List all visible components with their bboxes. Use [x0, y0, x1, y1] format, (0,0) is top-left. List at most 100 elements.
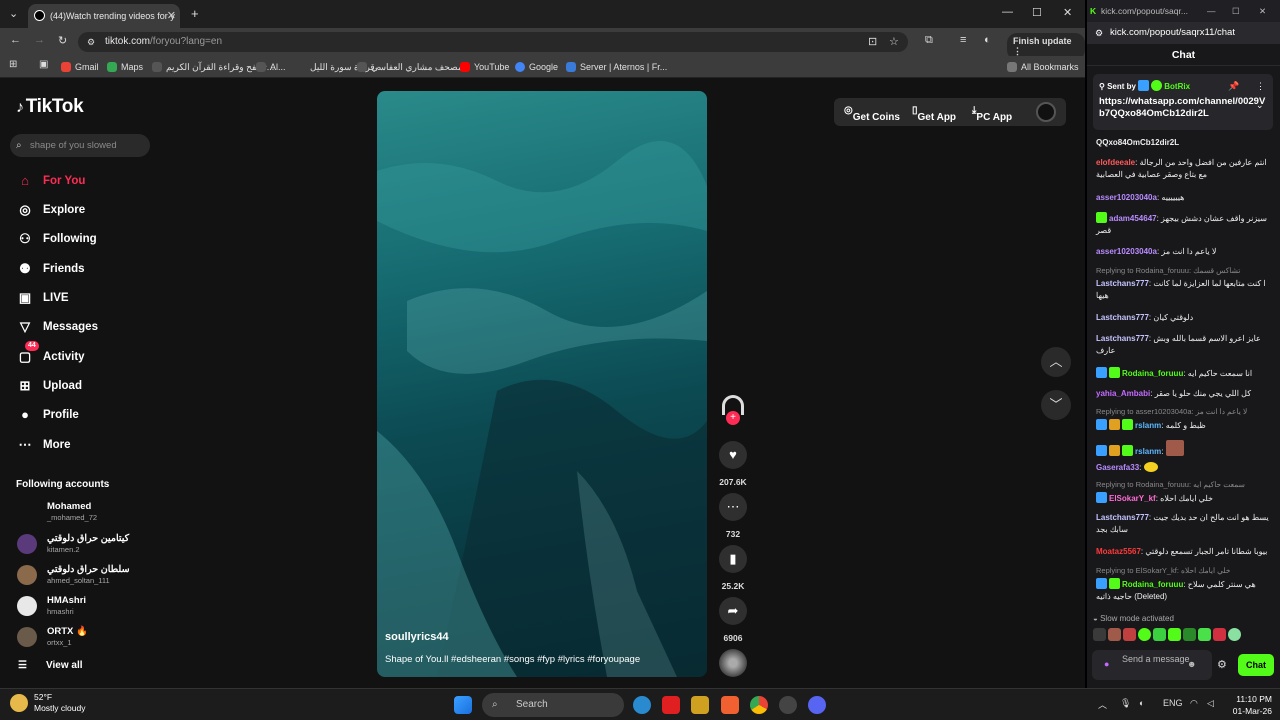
chat-username[interactable]: Lastchans777 [1096, 334, 1149, 343]
tray-chevron-icon[interactable]: ︿ [1098, 698, 1107, 711]
kick-url-bar[interactable]: ⚙ kick.com/popout/saqrx11/chat [1087, 22, 1280, 44]
maximize-icon[interactable]: ☐ [1032, 6, 1042, 19]
emote-icon[interactable] [1198, 628, 1211, 641]
save-button[interactable]: ▮ 25.2K [718, 545, 748, 591]
emote-icon[interactable] [1093, 628, 1106, 641]
nav-friends[interactable]: ⚉ Friends [16, 259, 84, 279]
all-bookmarks[interactable]: All Bookmarks [1007, 60, 1079, 74]
chat-username[interactable]: asser10203040a [1096, 247, 1157, 256]
microphone-icon[interactable]: ● [1104, 659, 1109, 669]
comment-button[interactable]: ⋯ 732 [718, 493, 748, 539]
pinned-link[interactable]: https://whatsapp.com/channel/0029Vb7QQxo… [1099, 96, 1267, 120]
app-icon[interactable] [779, 696, 797, 714]
bookmark-star-icon[interactable]: ☆ [889, 32, 899, 52]
wifi-icon[interactable]: ◠ [1190, 698, 1198, 709]
nav-for-you[interactable]: ⌂ For You [16, 171, 85, 191]
menu-icon[interactable]: ⋮ [1256, 81, 1265, 92]
site-info-icon[interactable]: ⚙ [87, 32, 95, 52]
follow-plus-icon[interactable]: + [726, 411, 740, 425]
bookmark-youtube[interactable]: YouTube [460, 60, 509, 74]
share-button[interactable]: ➦ 6906 [718, 597, 748, 643]
emote-icon[interactable] [1123, 628, 1136, 641]
close-window-icon[interactable]: ✕ [1259, 0, 1266, 22]
bookmark-al[interactable]: Al... [256, 60, 286, 74]
nav-explore[interactable]: ◎ Explore [16, 200, 85, 220]
bookmark-aternos[interactable]: Server | Aternos | Fr... [566, 60, 667, 74]
reload-icon[interactable]: ↻ [58, 34, 67, 47]
video-username[interactable]: soullyrics44 [385, 631, 449, 643]
nav-profile[interactable]: ● Profile [16, 405, 79, 425]
chat-username[interactable]: adam454647 [1109, 214, 1157, 223]
nav-following[interactable]: ⚇ Following [16, 229, 96, 249]
search-input[interactable]: ⌕ shape of you slowed [10, 134, 150, 157]
chat-username[interactable]: Lastchans777 [1096, 313, 1149, 322]
emote-icon[interactable] [1213, 628, 1226, 641]
active-tab[interactable]: (44)Watch trending videos for y ✕ [28, 4, 180, 28]
chat-username[interactable]: rslanm [1135, 421, 1161, 430]
maximize-icon[interactable]: ☐ [1232, 0, 1240, 22]
chat-username[interactable]: rslanm [1135, 447, 1161, 456]
back-icon[interactable]: ← [10, 34, 21, 46]
pin-icon[interactable]: 📌 [1228, 81, 1239, 92]
get-coins-button[interactable]: ◎ Get Coins [844, 105, 900, 123]
forward-icon[interactable]: → [34, 34, 45, 46]
emote-icon[interactable] [1228, 628, 1241, 641]
taskbar-search[interactable]: ⌕ Search [482, 693, 624, 717]
view-all-link[interactable]: ☰ View all [16, 660, 83, 671]
user-avatar[interactable] [1036, 102, 1056, 122]
bookmark-gmail[interactable]: Gmail [61, 60, 99, 74]
next-video-button[interactable]: ﹀ [1041, 390, 1071, 420]
minimize-icon[interactable]: — [1002, 6, 1013, 18]
nav-activity[interactable]: ▢ 44 Activity [16, 341, 85, 367]
chat-message-input[interactable]: ● Send a message ☻ [1092, 650, 1212, 680]
settings-gear-icon[interactable]: ⚙ [1217, 658, 1227, 671]
chat-username[interactable]: Lastchans777 [1096, 513, 1149, 522]
emote-icon[interactable] [1138, 628, 1151, 641]
music-avatar-button[interactable]: + [718, 395, 748, 425]
chat-username[interactable]: Gaserafa33 [1096, 463, 1139, 472]
new-tab-icon[interactable]: + [191, 6, 199, 21]
chat-username[interactable]: yahia_Ambabi [1096, 389, 1150, 398]
url-field[interactable]: ⚙ tiktok.com/foryou?lang=en ⊡ ☆ [78, 32, 908, 52]
previous-video-button[interactable]: ︿ [1041, 347, 1071, 377]
install-icon[interactable]: ⊡ [868, 32, 877, 52]
nav-upload[interactable]: ⊞ Upload [16, 376, 82, 396]
chat-username[interactable]: asser10203040a [1096, 193, 1157, 202]
emote-icon[interactable] [1108, 628, 1121, 641]
chat-username[interactable]: Moataz5567 [1096, 547, 1141, 556]
emote-icon[interactable] [1168, 628, 1181, 641]
nav-more[interactable]: ⋯ More [16, 435, 71, 455]
profile-icon[interactable]: ◐ [984, 34, 991, 46]
media-icon[interactable]: ≡ [960, 34, 966, 46]
weather-widget[interactable]: 52°F Mostly cloudy [10, 692, 86, 714]
chat-send-button[interactable]: Chat [1238, 654, 1274, 676]
like-button[interactable]: ♥ 207.6K [718, 441, 748, 487]
chat-username[interactable]: Lastchans777 [1096, 279, 1149, 288]
edge-icon[interactable] [633, 696, 651, 714]
sound-disc-button[interactable] [718, 649, 748, 677]
nav-live[interactable]: ▣ LIVE [16, 288, 69, 308]
emote-icon[interactable] [1183, 628, 1196, 641]
brave-icon[interactable] [721, 696, 739, 714]
tiktok-logo[interactable]: ♪ TikTok [16, 96, 84, 118]
chat-username[interactable]: Rodaina_foruuu [1122, 580, 1183, 589]
pc-app-button[interactable]: ⤓ PC App [972, 105, 1012, 123]
chrome-icon[interactable] [750, 696, 768, 714]
emoji-icon[interactable]: ☻ [1187, 659, 1196, 669]
chat-username[interactable]: Rodaina_foruuu [1122, 369, 1183, 378]
windows-start-icon[interactable] [454, 696, 472, 714]
close-window-icon[interactable]: ✕ [1063, 6, 1072, 19]
video-player[interactable]: soullyrics44 Shape of You.ll #edsheeran … [377, 91, 707, 677]
discord-icon[interactable] [808, 696, 826, 714]
chat-username[interactable]: ElSokarY_kf [1109, 494, 1156, 503]
language-indicator[interactable]: ENG [1163, 698, 1183, 708]
bookmark-quran-3[interactable]: مصحف مشاري العفاسي... [357, 60, 470, 74]
nav-messages[interactable]: ▽ Messages [16, 317, 98, 337]
tab-search-icon[interactable]: ⌄ [9, 7, 18, 20]
apps-grid-icon[interactable]: ⊞ [9, 59, 17, 70]
volume-icon[interactable]: ◁ [1207, 698, 1214, 709]
tray-app-icon[interactable]: ◐ [1139, 698, 1144, 708]
bookmark-google[interactable]: Google [515, 60, 558, 74]
close-tab-icon[interactable]: ✕ [167, 4, 176, 28]
minimize-icon[interactable]: — [1207, 0, 1216, 22]
